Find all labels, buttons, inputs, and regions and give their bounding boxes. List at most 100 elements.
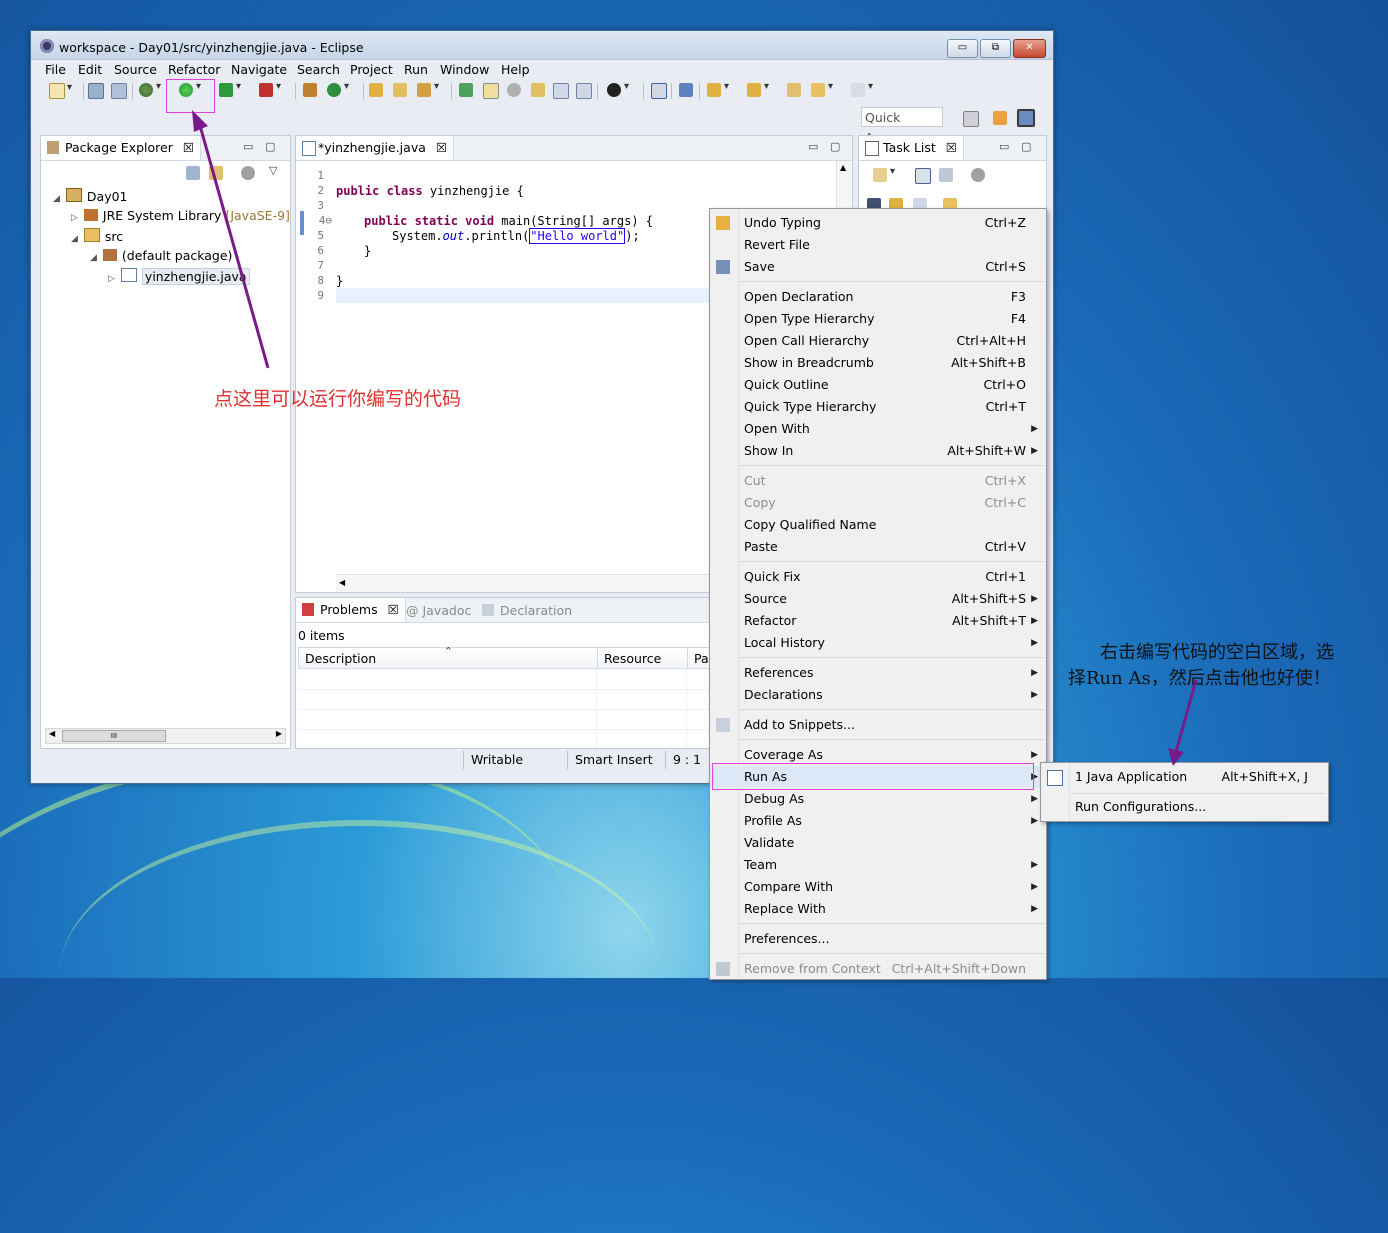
maximize-view-icon[interactable]: ▢ [265,140,275,153]
menu-item-open-declaration[interactable]: Open Declaration F3 [710,286,1046,308]
java-application-item[interactable]: 1 Java Application Alt+Shift+X, J [1041,766,1328,788]
menu-item-quick-type-hierarchy[interactable]: Quick Type Hierarchy Ctrl+T [710,396,1046,418]
java-perspective-icon[interactable] [1017,109,1035,127]
debug-icon[interactable] [139,81,161,97]
collapse-all-icon[interactable] [186,166,200,180]
scroll-left-icon[interactable]: ◀ [49,729,55,738]
menu-item-show-in-breadcrumb[interactable]: Show in Breadcrumb Alt+Shift+B [710,352,1046,374]
search-icon[interactable] [417,81,439,97]
tree-item-src[interactable]: ◢ src [71,228,123,244]
menu-item-debug-as[interactable]: Debug As ▶ [710,788,1046,810]
close-icon[interactable]: ☒ [946,140,957,155]
open-task-icon[interactable] [393,83,407,97]
menu-item-open-with[interactable]: Open With ▶ [710,418,1046,440]
scroll-right-icon[interactable]: ▶ [276,729,282,738]
menu-run[interactable]: Run [404,62,428,77]
forward-icon[interactable] [851,81,873,97]
minimize-view-icon[interactable]: ▭ [808,140,818,153]
show-whitespace-icon[interactable] [553,83,569,99]
block-selection-icon[interactable] [507,83,521,97]
scroll-up-icon[interactable]: ▲ [840,163,846,172]
horizontal-scrollbar[interactable]: ◀ III ▶ [45,728,286,744]
maximize-view-icon[interactable]: ▢ [1021,140,1031,153]
previous-annotation-icon[interactable] [747,81,769,97]
tree-item-jre[interactable]: ▷ JRE System Library [JavaSE-9] [71,208,290,223]
tab-javadoc[interactable]: @ Javadoc [406,603,471,618]
new-class-icon[interactable] [327,81,349,97]
tree-item-default-package[interactable]: ◢ (default package) [90,248,232,263]
focus-task-icon[interactable] [241,166,255,180]
menu-item-compare-with[interactable]: Compare With ▶ [710,876,1046,898]
close-icon[interactable]: ☒ [436,140,447,155]
next-annotation-icon[interactable] [707,81,729,97]
tab-editor-file[interactable]: *yinzhengjie.java ☒ [296,136,455,160]
back-icon[interactable] [811,81,833,97]
menu-item-open-call-hierarchy[interactable]: Open Call Hierarchy Ctrl+Alt+H [710,330,1046,352]
java-ee-perspective-icon[interactable] [993,111,1007,125]
tab-package-explorer[interactable]: Package Explorer ☒ [41,136,202,160]
menu-item-undo-typing[interactable]: Undo Typing Ctrl+Z [710,212,1046,234]
minimize-view-icon[interactable]: ▭ [999,140,1009,153]
tree-item-java-file[interactable]: ▷ yinzhengjie.java [108,268,250,285]
menu-project[interactable]: Project [350,62,393,77]
column-description[interactable]: Description [305,651,376,666]
save-all-icon[interactable] [111,83,127,99]
close-button[interactable]: ✕ [1013,39,1046,58]
pilcrow-icon[interactable] [576,83,592,99]
menu-item-open-type-hierarchy[interactable]: Open Type Hierarchy F4 [710,308,1046,330]
menu-item-references[interactable]: References ▶ [710,662,1046,684]
menu-item-validate[interactable]: Validate [710,832,1046,854]
toggle-mark-occurrences-icon[interactable] [459,83,473,97]
new-task-icon[interactable] [873,166,895,182]
save-icon[interactable] [88,83,104,99]
menu-navigate[interactable]: Navigate [231,62,287,77]
categorized-icon[interactable] [915,168,931,184]
word-wrap-icon[interactable] [531,83,545,97]
view-menu-icon[interactable]: ▽ [269,164,277,177]
console-icon[interactable] [651,83,667,99]
scroll-left-icon[interactable]: ◀ [339,578,345,587]
menu-item-copy-qualified-name[interactable]: Copy Qualified Name [710,514,1046,536]
quick-access-field[interactable]: Quick Access [861,107,943,145]
close-icon[interactable]: ☒ [388,602,399,617]
menu-help[interactable]: Help [501,62,530,77]
tab-task-list[interactable]: Task List ☒ [859,136,965,160]
menu-item-paste[interactable]: Paste Ctrl+V [710,536,1046,558]
new-icon[interactable] [49,82,72,99]
menu-item-refactor[interactable]: Refactor Alt+Shift+T ▶ [710,610,1046,632]
menu-item-quick-outline[interactable]: Quick Outline Ctrl+O [710,374,1046,396]
menu-source[interactable]: Source [114,62,157,77]
menu-search[interactable]: Search [297,62,340,77]
menu-item-preferences[interactable]: Preferences... [710,928,1046,950]
menu-item-local-history[interactable]: Local History ▶ [710,632,1046,654]
focus-icon[interactable] [971,168,985,182]
run-last-tool-icon[interactable] [219,81,241,97]
menu-refactor[interactable]: Refactor [168,62,220,77]
new-java-project-icon[interactable] [303,83,317,97]
external-tools-icon[interactable] [259,81,281,97]
scheduled-icon[interactable] [939,168,953,182]
menu-item-declarations[interactable]: Declarations ▶ [710,684,1046,706]
menu-item-quick-fix[interactable]: Quick Fix Ctrl+1 [710,566,1046,588]
tree-item-project[interactable]: ◢ Day01 [53,188,128,204]
menu-item-save[interactable]: Save Ctrl+S [710,256,1046,278]
menu-item-replace-with[interactable]: Replace With ▶ [710,898,1046,920]
tab-declaration[interactable]: Declaration [482,603,572,618]
menu-item-profile-as[interactable]: Profile As ▶ [710,810,1046,832]
run-configurations-item[interactable]: Run Configurations... [1041,796,1328,818]
maximize-button[interactable]: ⧉ [980,39,1011,58]
menu-edit[interactable]: Edit [78,62,102,77]
menu-file[interactable]: File [45,62,66,77]
menu-item-show-in[interactable]: Show In Alt+Shift+W ▶ [710,440,1046,462]
scroll-thumb[interactable]: III [62,730,166,742]
menu-item-source[interactable]: Source Alt+Shift+S ▶ [710,588,1046,610]
link-editor-icon[interactable] [209,166,223,180]
menu-item-revert-file[interactable]: Revert File [710,234,1046,256]
menu-window[interactable]: Window [440,62,489,77]
close-icon[interactable]: ☒ [183,140,194,155]
highlight-icon[interactable] [483,83,499,99]
open-type-icon[interactable] [369,83,383,97]
minimize-button[interactable]: ▭ [947,39,978,58]
maximize-view-icon[interactable]: ▢ [830,140,840,153]
tab-problems[interactable]: Problems ☒ [296,598,406,622]
